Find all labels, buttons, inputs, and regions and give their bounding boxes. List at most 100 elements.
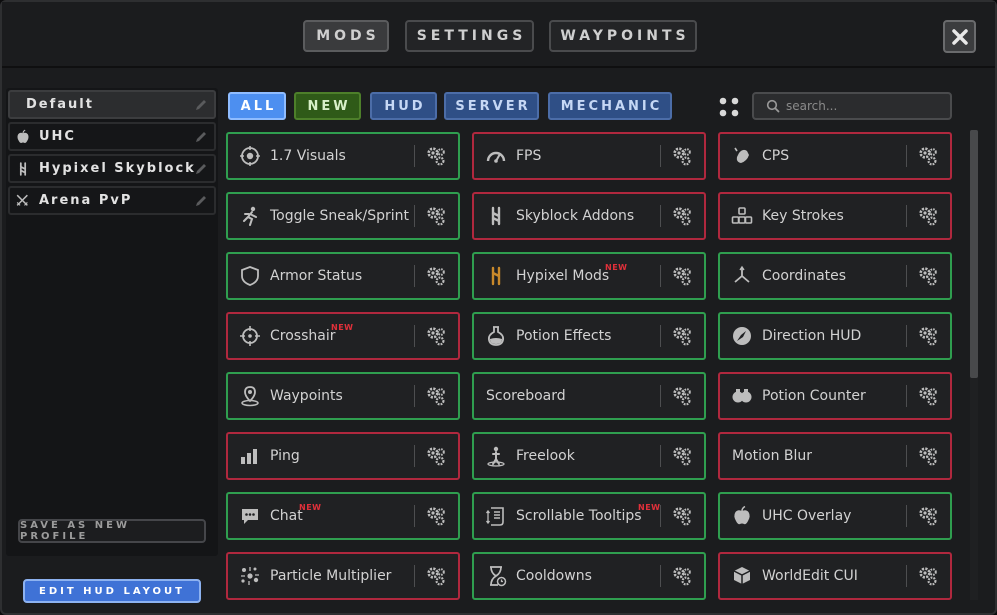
new-badge: NEW	[605, 263, 628, 272]
mod-card[interactable]: CPS	[718, 132, 952, 180]
tab-waypoints[interactable]: WAYPOINTS	[549, 20, 697, 52]
mod-card[interactable]: Cooldowns	[472, 552, 706, 600]
filter-hud[interactable]: HUD	[370, 92, 437, 120]
settings-gears-icon[interactable]	[426, 506, 446, 526]
keys-icon	[731, 207, 753, 224]
profile-label: Default	[26, 97, 94, 112]
settings-gears-icon[interactable]	[426, 266, 446, 286]
mod-card[interactable]: Ping	[226, 432, 460, 480]
compass-icon	[733, 327, 751, 345]
speedometer-icon	[486, 151, 506, 163]
mod-card[interactable]: Potion Effects	[472, 312, 706, 360]
profile-label: Hypixel Skyblock	[39, 161, 196, 176]
mod-card[interactable]: Key Strokes	[718, 192, 952, 240]
skyblock-icon	[19, 161, 27, 176]
mod-label: 1.7 Visuals	[270, 148, 346, 164]
filter-all[interactable]: ALL	[228, 92, 286, 120]
mod-card[interactable]: UHC Overlay	[718, 492, 952, 540]
settings-gears-icon[interactable]	[426, 566, 446, 586]
mod-card[interactable]: Particle Multiplier	[226, 552, 460, 600]
settings-gears-icon[interactable]	[918, 506, 938, 526]
filter-new[interactable]: NEW	[294, 92, 361, 120]
settings-gears-icon[interactable]	[672, 566, 692, 586]
mod-card[interactable]: Potion Counter	[718, 372, 952, 420]
divider	[906, 145, 907, 167]
settings-gears-icon[interactable]	[918, 146, 938, 166]
close-button[interactable]	[943, 20, 976, 53]
scrollbar-thumb[interactable]	[970, 130, 978, 378]
settings-gears-icon[interactable]	[918, 386, 938, 406]
tab-settings[interactable]: SETTINGS	[405, 20, 534, 52]
settings-gears-icon[interactable]	[918, 566, 938, 586]
settings-gears-icon[interactable]	[918, 206, 938, 226]
mod-label: Particle Multiplier	[270, 568, 392, 584]
mod-card[interactable]: Waypoints	[226, 372, 460, 420]
profile-item[interactable]: Arena PvP	[8, 186, 216, 215]
mod-card[interactable]: Toggle Sneak/Sprint	[226, 192, 460, 240]
mod-card[interactable]: Skyblock Addons	[472, 192, 706, 240]
shield-icon	[241, 266, 259, 286]
mod-card[interactable]: Direction HUD	[718, 312, 952, 360]
mod-card[interactable]: Scrollable Tooltips NEW	[472, 492, 706, 540]
settings-gears-icon[interactable]	[918, 446, 938, 466]
mod-card[interactable]: Coordinates	[718, 252, 952, 300]
profile-item[interactable]: Hypixel Skyblock	[8, 154, 216, 183]
mod-card[interactable]: Scoreboard	[472, 372, 706, 420]
particles-icon	[241, 567, 259, 585]
divider	[660, 145, 661, 167]
skyblock-icon	[491, 206, 501, 226]
settings-gears-icon[interactable]	[672, 326, 692, 346]
mod-card[interactable]: WorldEdit CUI	[718, 552, 952, 600]
hypixel-icon	[491, 266, 501, 286]
divider	[906, 445, 907, 467]
edit-hud-layout-button[interactable]: EDIT HUD LAYOUT	[23, 579, 201, 603]
new-badge: NEW	[331, 323, 354, 332]
mod-label: Freelook	[516, 448, 575, 464]
tab-mods[interactable]: MODS	[303, 20, 389, 52]
divider	[660, 445, 661, 467]
mod-card[interactable]: FPS	[472, 132, 706, 180]
mod-label: Scoreboard	[486, 388, 566, 404]
settings-gears-icon[interactable]	[672, 266, 692, 286]
profile-item[interactable]: UHC	[8, 122, 216, 151]
settings-gears-icon[interactable]	[426, 446, 446, 466]
mouse-icon	[734, 147, 749, 163]
edit-pencil-icon[interactable]	[194, 194, 208, 208]
settings-gears-icon[interactable]	[918, 326, 938, 346]
mod-card[interactable]: 1.7 Visuals	[226, 132, 460, 180]
mod-card[interactable]: Freelook	[472, 432, 706, 480]
search-box[interactable]	[752, 92, 952, 120]
settings-gears-icon[interactable]	[672, 506, 692, 526]
edit-pencil-icon[interactable]	[194, 130, 208, 144]
settings-gears-icon[interactable]	[426, 386, 446, 406]
settings-gears-icon[interactable]	[672, 446, 692, 466]
settings-gears-icon[interactable]	[918, 266, 938, 286]
mod-card[interactable]: Motion Blur	[718, 432, 952, 480]
settings-gears-icon[interactable]	[672, 146, 692, 166]
mod-card[interactable]: Hypixel Mods NEW	[472, 252, 706, 300]
crossed-swords-icon	[16, 194, 28, 206]
settings-gears-icon[interactable]	[426, 206, 446, 226]
mod-label: Crosshair	[270, 328, 336, 344]
edit-pencil-icon[interactable]	[194, 162, 208, 176]
close-icon	[951, 28, 968, 45]
settings-gears-icon[interactable]	[672, 386, 692, 406]
divider	[660, 505, 661, 527]
save-as-new-profile-button[interactable]: SAVE AS NEW PROFILE	[18, 519, 206, 543]
settings-gears-icon[interactable]	[426, 326, 446, 346]
profile-label: Arena PvP	[39, 193, 133, 208]
settings-gears-icon[interactable]	[672, 206, 692, 226]
divider	[906, 505, 907, 527]
grid-view-toggle[interactable]	[716, 94, 742, 120]
profile-item[interactable]: Default	[8, 90, 216, 119]
mod-label: Ping	[270, 448, 300, 464]
mod-card[interactable]: Crosshair NEW	[226, 312, 460, 360]
mod-card[interactable]: Armor Status	[226, 252, 460, 300]
settings-gears-icon[interactable]	[426, 146, 446, 166]
divider	[414, 145, 415, 167]
edit-pencil-icon[interactable]	[194, 98, 208, 112]
mod-card[interactable]: Chat NEW	[226, 492, 460, 540]
filter-server[interactable]: SERVER	[444, 92, 539, 120]
filter-mechanic[interactable]: MECHANIC	[548, 92, 672, 120]
search-input[interactable]	[786, 99, 936, 113]
